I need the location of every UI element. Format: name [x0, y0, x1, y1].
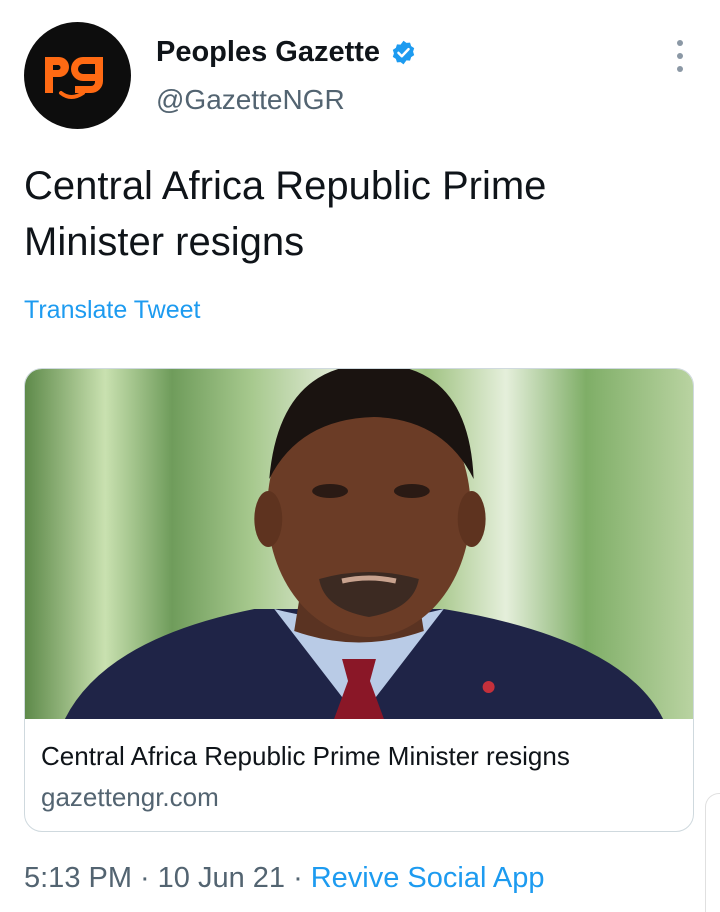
more-dot	[677, 40, 683, 46]
user-handle[interactable]: @GazetteNGR	[156, 84, 345, 116]
card-image[interactable]	[25, 369, 693, 719]
more-vertical-icon[interactable]	[668, 36, 692, 76]
avatar[interactable]	[24, 22, 131, 129]
display-name[interactable]: Peoples Gazette	[156, 36, 417, 69]
overlay-edge	[705, 793, 720, 912]
peoples-gazette-logo	[44, 56, 103, 99]
tweet-text: Central Africa Republic Prime Minister r…	[24, 164, 547, 264]
tweet-meta: 5:13 PM · 10 Jun 21 · Revive Social App	[24, 862, 544, 895]
tweet-date[interactable]: 10 Jun 21	[158, 862, 285, 894]
card-domain[interactable]: gazettengr.com	[41, 779, 677, 815]
link-preview-card[interactable]: Central Africa Republic Prime Minister r…	[24, 368, 694, 832]
meta-separator: ·	[293, 862, 303, 894]
display-name-text[interactable]: Peoples Gazette	[156, 36, 380, 69]
more-dot	[677, 53, 683, 59]
verified-badge-icon	[390, 39, 417, 66]
meta-separator: ·	[140, 862, 150, 894]
tweet-source-link[interactable]: Revive Social App	[311, 862, 545, 894]
card-title[interactable]: Central Africa Republic Prime Minister r…	[41, 739, 677, 773]
more-dot	[677, 66, 683, 72]
portrait-illustration	[64, 369, 664, 719]
tweet-time[interactable]: 5:13 PM	[24, 862, 132, 894]
translate-tweet-link[interactable]: Translate Tweet	[24, 296, 200, 325]
